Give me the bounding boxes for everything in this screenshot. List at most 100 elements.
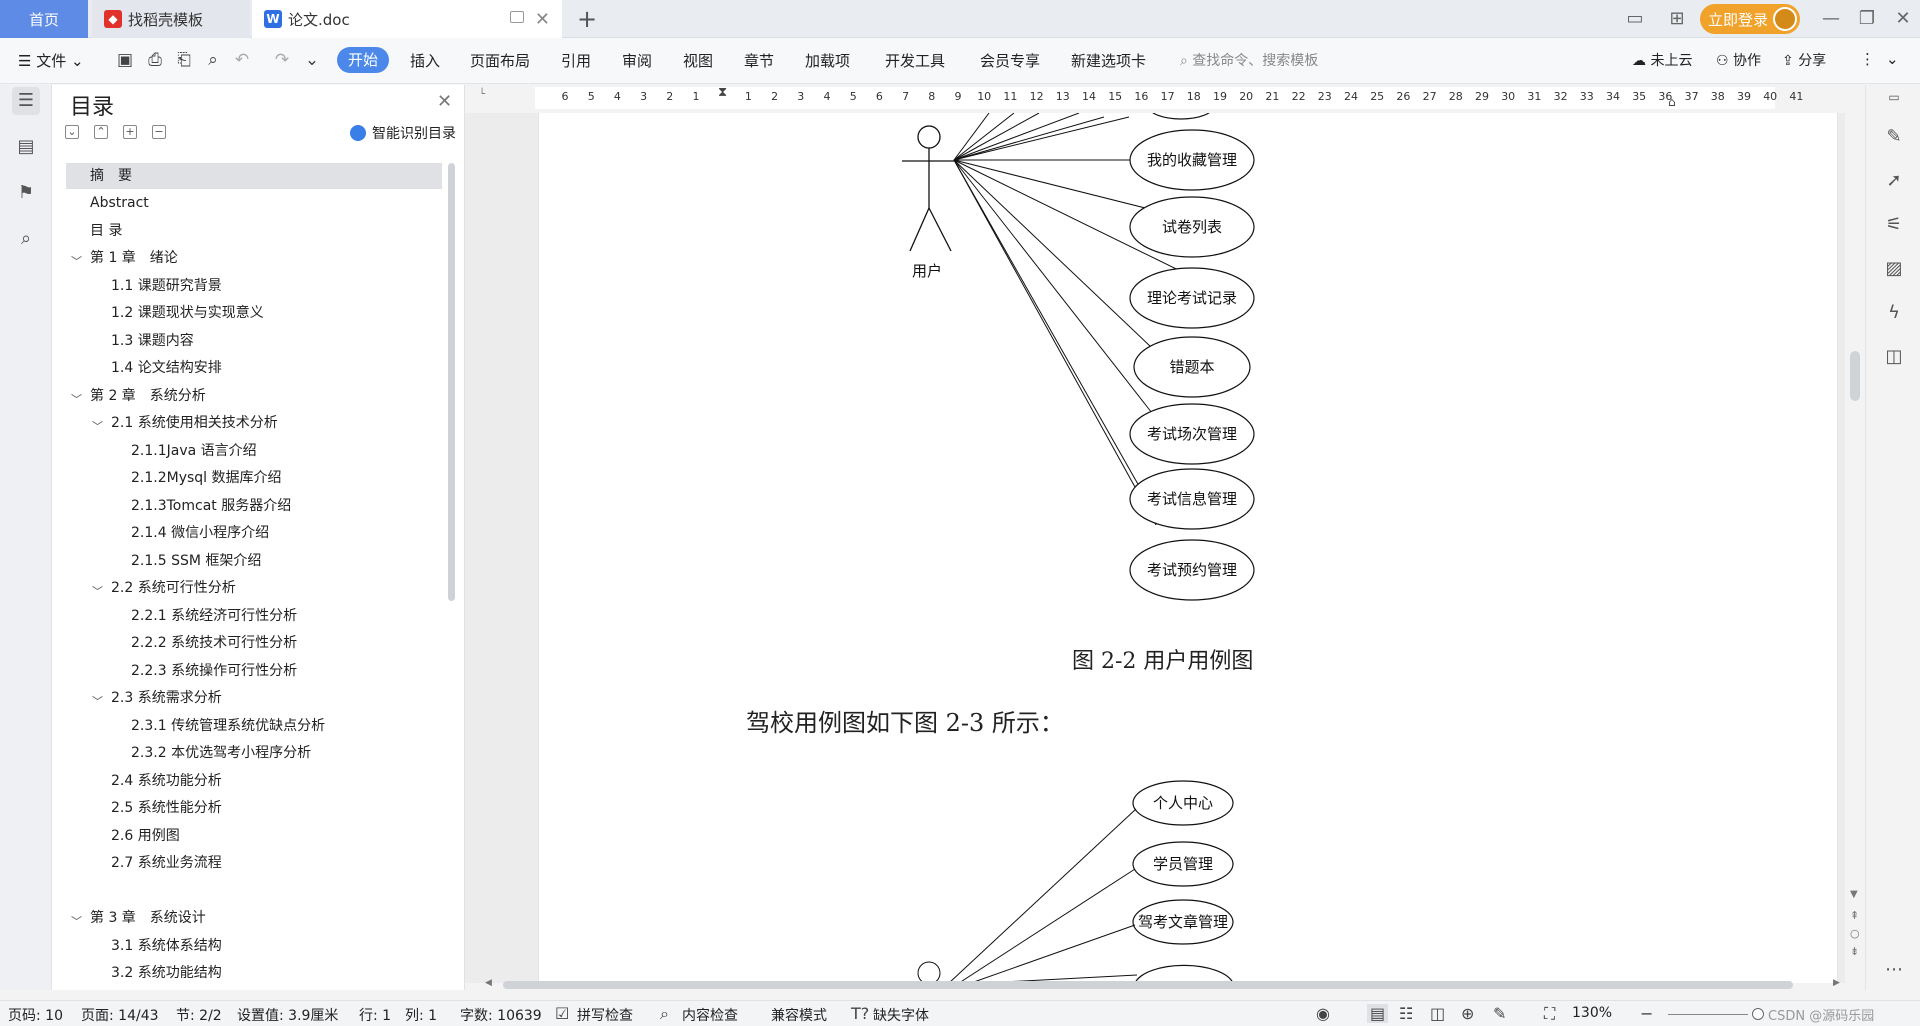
missing-font-button[interactable]: 缺失字体 <box>873 1005 929 1025</box>
scroll-right-icon[interactable]: ▶ <box>1833 978 1840 988</box>
collapse-ribbon-icon[interactable]: ⌄ <box>1886 50 1899 68</box>
more-icon[interactable]: ⋯ <box>1882 958 1906 982</box>
image-tool-icon[interactable]: ▨ <box>1882 257 1906 281</box>
toc-item[interactable]: 2.5 系统性能分析 <box>111 795 222 821</box>
toc-item[interactable]: 2.1.3Tomcat 服务器介绍 <box>131 493 291 519</box>
command-search[interactable]: ⌕ 查找命令、搜索模板 <box>1180 50 1318 70</box>
toc-item[interactable]: 2.3.1 传统管理系统优缺点分析 <box>131 713 325 739</box>
status-words[interactable]: 字数: 10639 <box>460 1005 542 1025</box>
tab-template[interactable]: ◆ 找稻壳模板 <box>92 0 250 38</box>
toc-item[interactable]: 3.2 系统功能结构 <box>111 960 222 986</box>
ribbon-tab-start[interactable]: 开始 <box>337 47 389 73</box>
select-icon[interactable]: ➚ <box>1882 169 1906 193</box>
status-section[interactable]: 节: 2/2 <box>176 1005 222 1025</box>
horizontal-scrollbar[interactable]: ◀ ▶ <box>485 978 1845 990</box>
status-page[interactable]: 页面: 14/43 <box>81 1005 159 1025</box>
tab-home[interactable]: 首页 <box>0 0 88 38</box>
login-button[interactable]: 立即登录 <box>1700 4 1800 34</box>
share-button[interactable]: ⇪ 分享 <box>1782 50 1826 70</box>
section-nav-icon[interactable]: ▤ <box>12 133 40 161</box>
web-view-icon[interactable]: ⊕ <box>1461 1004 1474 1023</box>
more-options-icon[interactable]: ⋮ <box>1860 50 1875 68</box>
chevron-down-icon[interactable]: ﹀ <box>71 253 82 269</box>
toc-item[interactable]: 3.1 系统体系结构 <box>111 933 222 959</box>
scroll-down-icon[interactable]: ▼ <box>1850 889 1858 900</box>
ribbon-tab-layout[interactable]: 页面布局 <box>470 50 530 71</box>
toc-collapse-icon[interactable]: ⌃ <box>94 125 108 139</box>
close-window-icon[interactable]: ✕ <box>1890 6 1916 32</box>
zoom-slider[interactable] <box>1668 1014 1748 1015</box>
print-icon[interactable]: ⎗ <box>174 50 194 70</box>
toc-item[interactable]: 第 1 章 绪论 <box>90 245 178 271</box>
ribbon-tab-section[interactable]: 章节 <box>744 50 774 71</box>
toc-item[interactable]: 2.6 用例图 <box>111 823 180 849</box>
checkbox-icon[interactable]: ☑ <box>555 1004 569 1023</box>
find-icon[interactable]: ⌕ <box>12 225 40 253</box>
content-check-icon[interactable]: ⌕ <box>660 1004 669 1024</box>
compat-mode[interactable]: 兼容模式 <box>771 1005 827 1025</box>
toc-item[interactable]: 2.4 系统功能分析 <box>111 768 222 794</box>
status-setting[interactable]: 设置值: 3.9厘米 <box>237 1005 338 1025</box>
ribbon-tab-new[interactable]: 新建选项卡 <box>1071 50 1146 71</box>
close-icon[interactable]: ✕ <box>437 91 452 112</box>
lightning-icon[interactable]: ϟ <box>1882 301 1906 325</box>
undo-icon[interactable]: ↶ <box>232 50 252 70</box>
status-page-number[interactable]: 页码: 10 <box>8 1005 63 1025</box>
right-indent-icon[interactable]: ⌂ <box>1668 95 1676 109</box>
toc-item[interactable]: 第 3 章 系统设计 <box>90 905 206 931</box>
toc-expand-icon[interactable]: ⌄ <box>65 125 79 139</box>
ribbon-tab-insert[interactable]: 插入 <box>410 50 440 71</box>
toc-item[interactable]: 摘 要 <box>66 163 442 189</box>
toc-item[interactable]: 2.3 系统需求分析 <box>111 685 222 711</box>
file-menu[interactable]: ☰ 文件 ⌄ <box>18 50 84 71</box>
chevron-down-icon[interactable]: ﹀ <box>92 583 103 599</box>
toc-panel-icon[interactable]: ☰ <box>12 87 40 115</box>
pen-icon[interactable]: ✎ <box>1882 125 1906 149</box>
toc-item[interactable]: 2.2.2 系统技术可行性分析 <box>131 630 297 656</box>
next-page-icon[interactable]: ⇟ <box>1850 945 1859 958</box>
redo-icon[interactable]: ↷ <box>272 50 292 70</box>
toc-remove-icon[interactable]: − <box>152 125 166 139</box>
ribbon-tab-developer[interactable]: 开发工具 <box>885 50 945 71</box>
vertical-scroll-thumb[interactable] <box>1850 351 1860 401</box>
ribbon-tab-addins[interactable]: 加载项 <box>805 50 850 71</box>
page-view-icon[interactable]: ▤ <box>1367 1004 1389 1023</box>
fit-page-icon[interactable]: ⛶ <box>1544 1004 1555 1024</box>
print-preview-icon[interactable]: ⌕ <box>203 50 223 70</box>
ribbon-tab-member[interactable]: 会员专享 <box>980 50 1040 71</box>
toc-item[interactable]: 2.2 系统可行性分析 <box>111 575 236 601</box>
toc-item[interactable]: 2.2.1 系统经济可行性分析 <box>131 603 297 629</box>
zoom-slider-handle[interactable] <box>1752 1008 1764 1020</box>
zoom-level[interactable]: 130% <box>1572 1005 1612 1021</box>
toc-item[interactable]: 2.1 系统使用相关技术分析 <box>111 410 278 436</box>
horizontal-scroll-thumb[interactable] <box>503 981 1793 989</box>
content-check-button[interactable]: 内容检查 <box>682 1005 738 1025</box>
toc-item[interactable]: 2.7 系统业务流程 <box>111 850 222 876</box>
apps-grid-icon[interactable]: ⊞ <box>1664 6 1690 32</box>
ribbon-tab-view[interactable]: 视图 <box>683 50 713 71</box>
bookmark-icon[interactable]: ⚑ <box>12 179 40 207</box>
panel-toggle-icon[interactable]: ▭ <box>1882 85 1906 109</box>
toc-add-icon[interactable]: + <box>123 125 137 139</box>
collaborate-button[interactable]: ⚇ 协作 <box>1716 50 1761 70</box>
spell-check-button[interactable]: 拼写检查 <box>577 1005 633 1025</box>
indent-marker-icon[interactable]: ⧗ <box>718 85 727 100</box>
float-window-icon[interactable] <box>510 11 524 23</box>
restore-icon[interactable]: ❐ <box>1854 6 1880 32</box>
chevron-down-icon[interactable]: ﹀ <box>71 391 82 407</box>
write-mode-icon[interactable]: ✎ <box>1493 1004 1506 1023</box>
toc-item[interactable]: 2.1.5 SSM 框架介绍 <box>131 548 261 574</box>
minimize-icon[interactable]: — <box>1818 6 1844 32</box>
toc-item[interactable]: Abstract <box>90 190 149 216</box>
toc-item[interactable]: 2.1.2Mysql 数据库介绍 <box>131 465 282 491</box>
tab-stop-icon[interactable]: └ <box>479 89 485 100</box>
book-search-icon[interactable]: ◫ <box>1882 345 1906 369</box>
browse-object-icon[interactable]: ○ <box>1850 927 1860 940</box>
toc-item[interactable]: 1.3 课题内容 <box>111 328 194 354</box>
reading-view-icon[interactable]: ◫ <box>1430 1004 1445 1023</box>
close-tab-icon[interactable]: ✕ <box>535 9 550 30</box>
outline-view-icon[interactable]: ☷ <box>1399 1004 1413 1023</box>
vertical-scrollbar[interactable]: ▼ ⇞ ○ ⇟ <box>1845 113 1865 983</box>
document-page[interactable]: 用户 我的收藏管理 试卷列表 理论考试记录 错题本 考试场次管理 考试信息管理 … <box>538 113 1838 983</box>
tab-document[interactable]: W 论文.doc ✕ <box>252 0 562 38</box>
